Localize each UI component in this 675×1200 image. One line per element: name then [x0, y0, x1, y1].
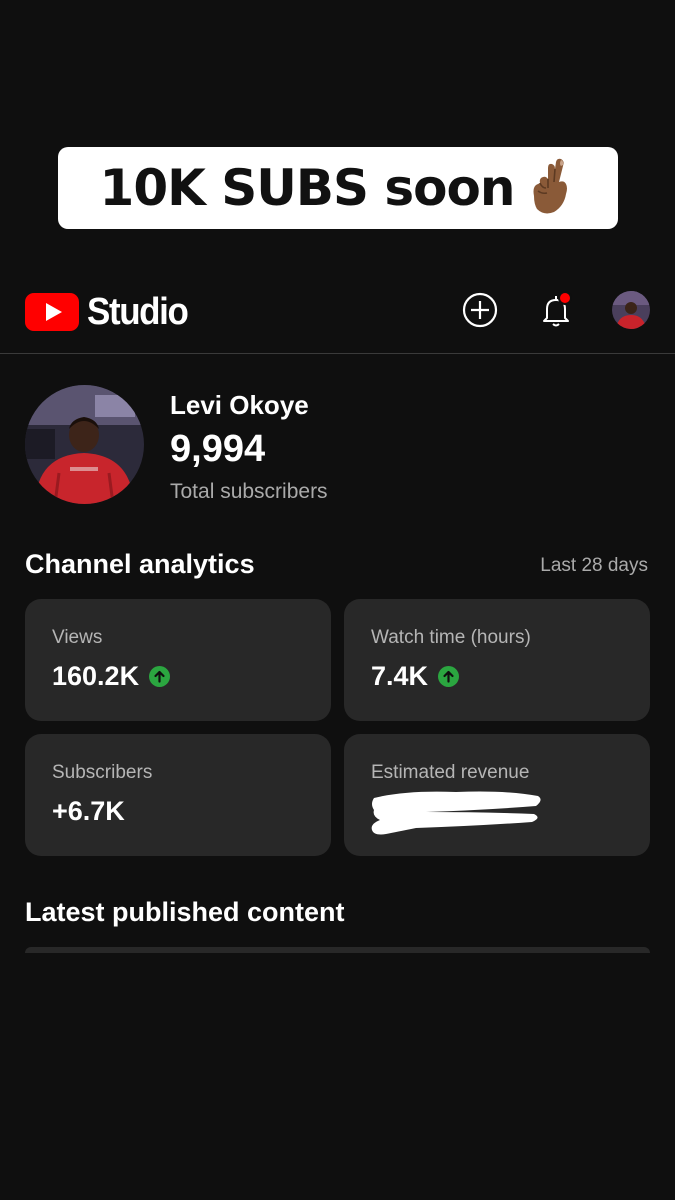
crossed-fingers-emoji-icon [533, 158, 568, 214]
card-value: 7.4K [371, 661, 429, 691]
channel-avatar-image [25, 385, 144, 504]
notifications-button[interactable] [536, 290, 576, 330]
card-label: Watch time (hours) [371, 627, 531, 648]
card-value: +6.7K [52, 796, 125, 826]
subscriber-label: Total subscribers [170, 480, 328, 503]
analytics-title: Channel analytics [25, 549, 255, 579]
card-label: Subscribers [52, 762, 153, 783]
revenue-card[interactable]: Estimated revenue [344, 734, 650, 856]
subscribers-card[interactable]: Subscribers +6.7K [25, 734, 331, 856]
latest-content-title: Latest published content [25, 897, 345, 927]
bell-icon [543, 291, 572, 327]
card-label: Views [52, 627, 103, 648]
studio-logo[interactable]: Studio [25, 290, 196, 334]
views-card[interactable]: Views 160.2K [25, 599, 331, 721]
card-value-row: 7.4K [371, 661, 460, 692]
overlay-text: 10K SUBS soon [99, 159, 516, 217]
create-plus-icon [462, 292, 498, 328]
overlay-banner: 10K SUBS soon [58, 147, 618, 229]
card-value: 160.2K [52, 661, 140, 691]
screen: 10K SUBS soon Studio Levi Okoye 9,994 To… [0, 0, 675, 1200]
card-value-row: 160.2K [52, 661, 171, 692]
account-avatar[interactable] [612, 291, 650, 329]
create-button[interactable] [460, 290, 500, 330]
card-label: Estimated revenue [371, 762, 530, 783]
notification-dot [558, 291, 572, 305]
card-value-row: +6.7K [52, 796, 125, 827]
avatar-image [612, 291, 650, 329]
watch-time-card[interactable]: Watch time (hours) 7.4K [344, 599, 650, 721]
app-name: Studio [87, 290, 189, 333]
channel-name: Levi Okoye [170, 390, 309, 420]
redaction-scribble [371, 791, 541, 835]
top-app-bar: Studio [0, 266, 675, 354]
trend-up-icon [149, 666, 171, 687]
youtube-play-icon [25, 293, 79, 331]
analytics-period[interactable]: Last 28 days [540, 555, 648, 577]
trend-up-icon [438, 666, 460, 687]
subscriber-count: 9,994 [170, 428, 266, 470]
latest-content-card[interactable] [25, 947, 650, 953]
channel-avatar[interactable] [25, 385, 144, 504]
